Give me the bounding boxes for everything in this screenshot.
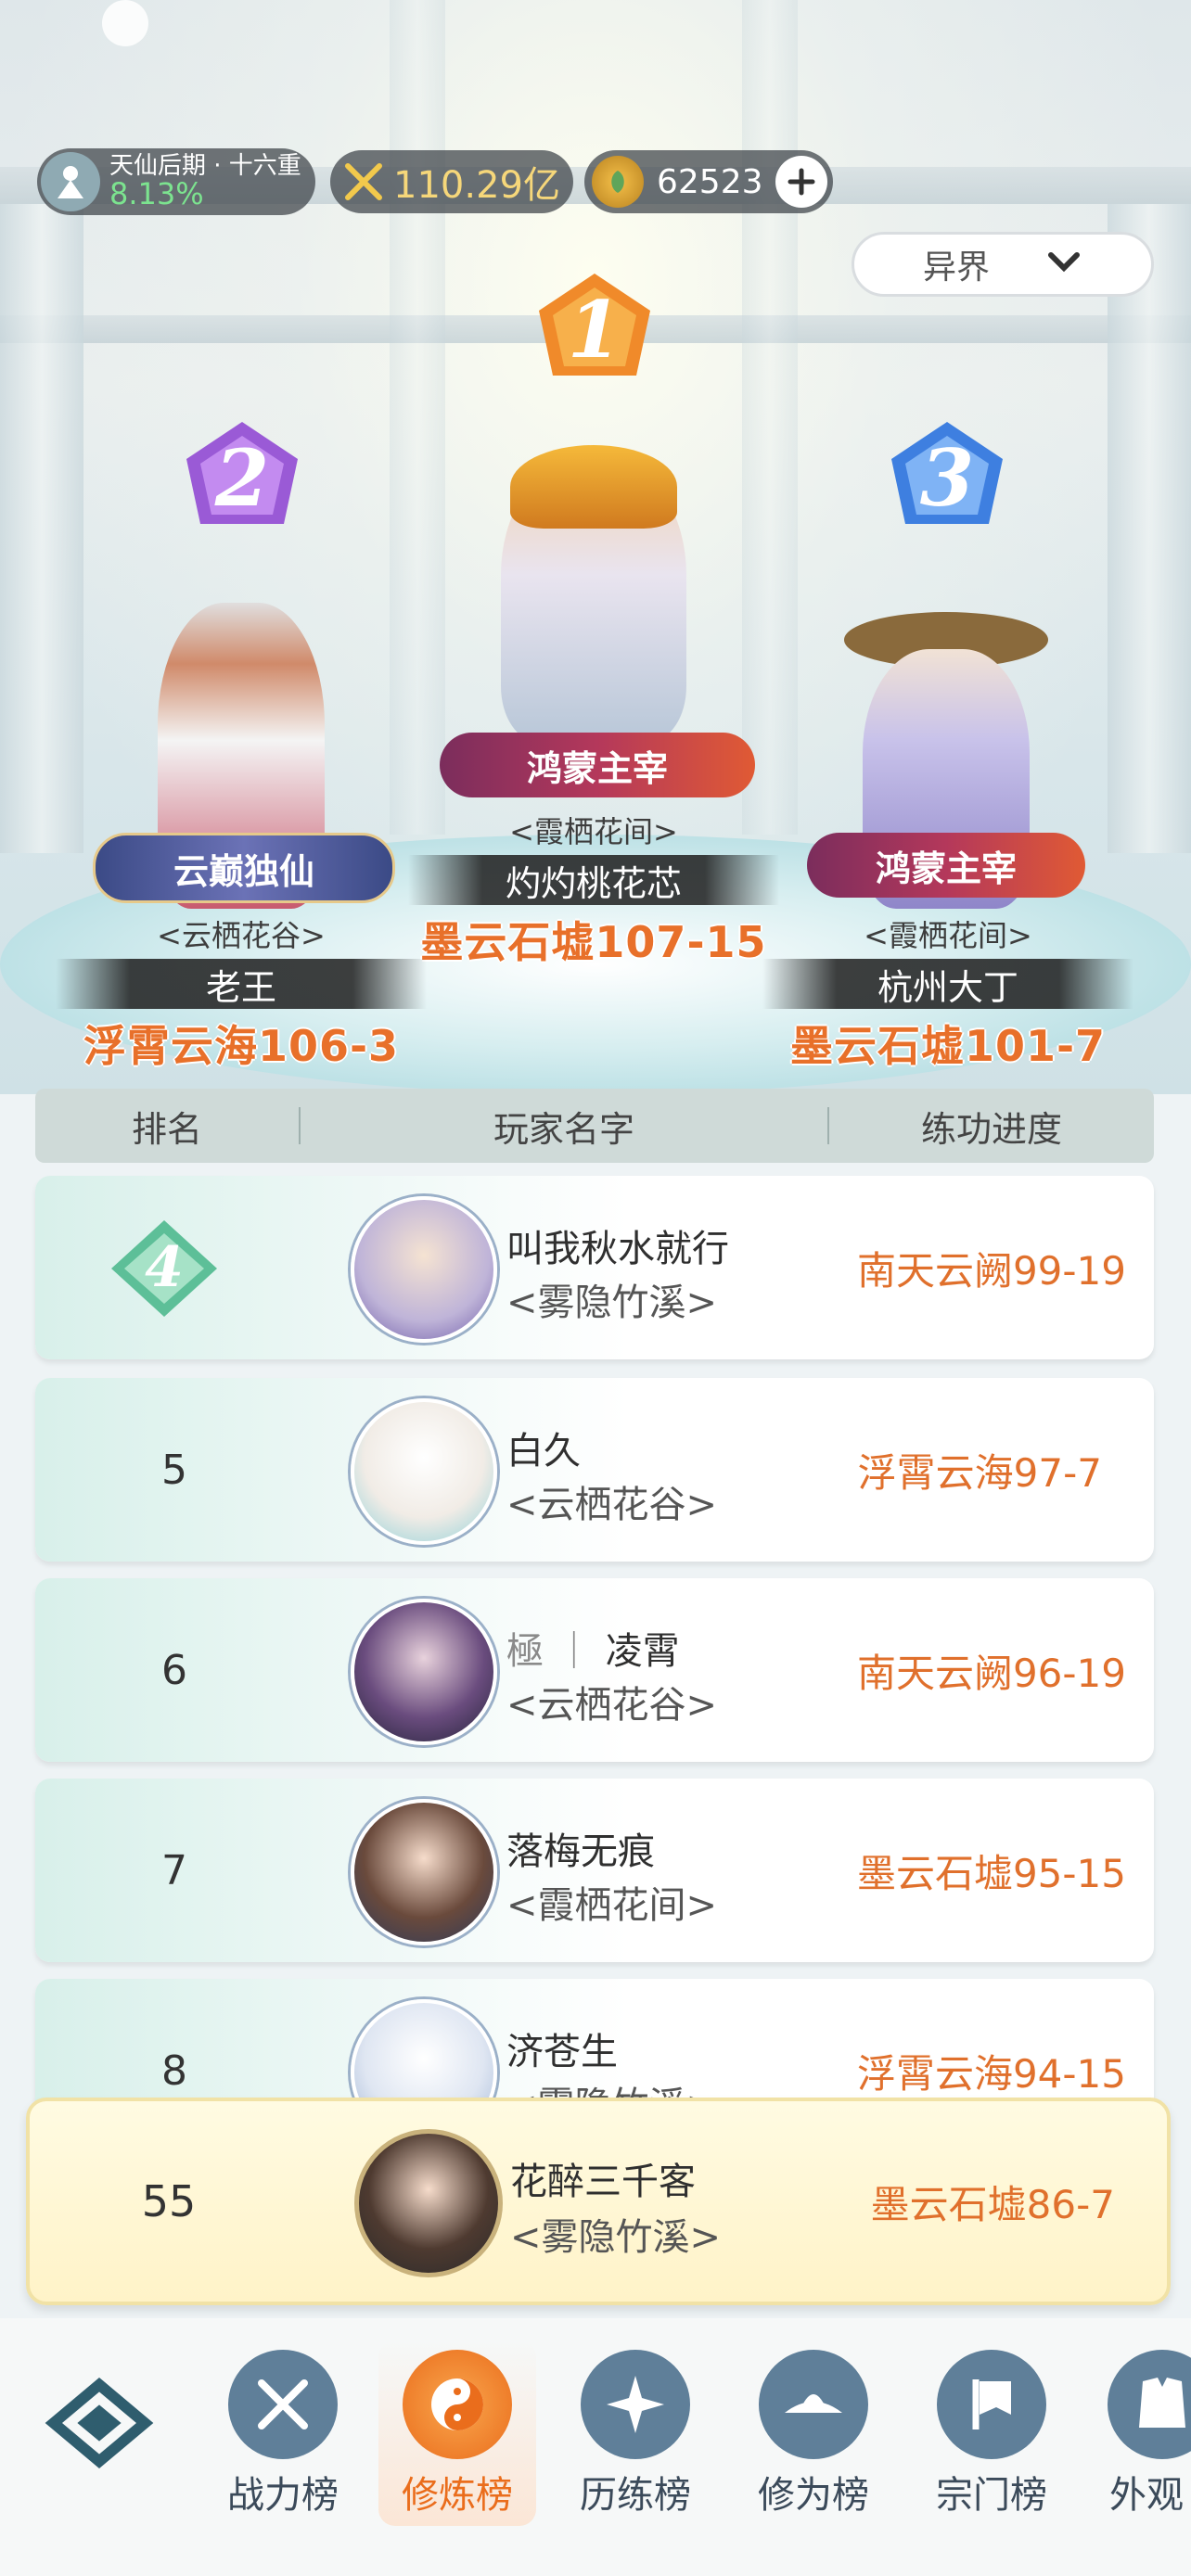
self-progress: 墨云石墟86-7: [870, 2181, 1115, 2227]
player-3-progress: 墨云石墟101-7: [789, 1021, 1107, 1071]
rank-cell: 5: [161, 1446, 187, 1494]
player-guild: <云栖花谷>: [506, 1684, 718, 1727]
realm-label: 天仙后期 · 十六重: [109, 151, 301, 180]
rank-number: 1: [567, 283, 622, 376]
player-guild: <云栖花谷>: [506, 1484, 718, 1526]
rank-number: 4: [145, 1235, 184, 1300]
player-name: 济苍生: [506, 2031, 618, 2073]
player-1-progress: 墨云石墟107-15: [420, 917, 767, 967]
player-2-progress: 浮霄云海106-3: [83, 1021, 400, 1071]
table-row[interactable]: 6 極 ｜ 凌霄 <云栖花谷> 南天云阙96-19: [35, 1578, 1154, 1762]
avatar[interactable]: [351, 1599, 497, 1745]
table-row[interactable]: 7 落梅无痕 <霞栖花间> 墨云石墟95-15: [35, 1779, 1154, 1962]
nav-cultivation-level[interactable]: 修为榜: [735, 2340, 892, 2526]
player-1-name[interactable]: 灼灼桃花芯: [408, 855, 779, 905]
nav-combat-power[interactable]: 战力榜: [204, 2340, 362, 2526]
title-label: 鸿蒙主宰: [526, 747, 668, 789]
nav-label: 宗门榜: [936, 2474, 1047, 2517]
light-orb: [102, 0, 148, 46]
nav-label: 历练榜: [580, 2474, 691, 2517]
rank-1-badge: 1: [525, 269, 664, 389]
rank-cell: 7: [161, 1846, 187, 1894]
nav-label: 战力榜: [227, 2474, 339, 2517]
player-2-name[interactable]: 老王: [56, 959, 427, 1009]
rank-number: 2: [214, 431, 270, 524]
player-3-name[interactable]: 杭州大丁: [762, 959, 1133, 1009]
self-guild: <雾隐竹溪>: [510, 2216, 722, 2259]
player-2-guild: <云栖花谷>: [157, 918, 326, 953]
realm-percent: 8.13%: [109, 175, 204, 211]
pillar: [1108, 204, 1191, 853]
rank-2-badge: 2: [173, 417, 312, 538]
nav-sect[interactable]: 宗门榜: [913, 2340, 1070, 2526]
nav-label: 外观: [1109, 2474, 1184, 2517]
player-progress: 南天云阙99-19: [856, 1247, 1126, 1294]
avatar[interactable]: [351, 1398, 497, 1545]
table-row[interactable]: 5 白久 <云栖花谷> 浮霄云海97-7: [35, 1378, 1154, 1562]
spirit-stone-icon: [592, 156, 644, 208]
table-row[interactable]: 4 叫我秋水就行 <雾隐竹溪> 南天云阙99-19: [35, 1176, 1154, 1359]
cultivator-avatar-icon: [41, 152, 100, 211]
player-2-title: 云巅独仙: [93, 833, 395, 903]
star-compass-icon: [581, 2350, 690, 2459]
avatar[interactable]: [351, 1799, 497, 1945]
player-progress: 墨云石墟95-15: [856, 1850, 1126, 1896]
rank-3-badge: 3: [877, 417, 1017, 538]
header-rank: 排名: [131, 1108, 202, 1150]
player-guild: <雾隐竹溪>: [506, 1282, 718, 1324]
player-name-group: 極 ｜ 凌霄: [506, 1621, 680, 1675]
ranking-table-header: 排名 玩家名字 练功进度: [35, 1089, 1154, 1163]
header-player-name: 玩家名字: [493, 1108, 634, 1150]
player-progress: 浮霄云海97-7: [857, 1449, 1102, 1496]
nav-label: 修为榜: [758, 2474, 869, 2517]
avatar[interactable]: [354, 2129, 503, 2277]
player-guild: <霞栖花间>: [506, 1884, 718, 1927]
sword-icon: [228, 2350, 338, 2459]
nav-cultivation[interactable]: 修炼榜: [378, 2340, 536, 2526]
player-name: 叫我秋水就行: [506, 1228, 729, 1270]
header-progress: 练功进度: [920, 1108, 1062, 1150]
crown-icon: [510, 445, 677, 529]
title-label: 鸿蒙主宰: [875, 848, 1017, 889]
banner-icon: [937, 2350, 1046, 2459]
crossed-swords-icon: [338, 156, 390, 208]
server-dropdown[interactable]: 异界: [852, 232, 1154, 297]
rank-cell: 6: [161, 1646, 187, 1694]
pillar: [0, 204, 83, 853]
power-value: 110.29亿: [393, 164, 560, 207]
server-selected: 异界: [922, 249, 990, 287]
self-ranking-row[interactable]: 55 花醉三千客 <雾隐竹溪> 墨云石墟86-7: [26, 2098, 1171, 2305]
nav-label: 修炼榜: [402, 2474, 513, 2517]
yin-yang-icon: [403, 2350, 512, 2459]
power-display: 110.29亿: [330, 150, 573, 213]
player-progress: 南天云阙96-19: [856, 1650, 1126, 1696]
rank-number: 3: [919, 431, 975, 524]
pillar: [390, 0, 445, 835]
player-3-title: 鸿蒙主宰: [807, 833, 1085, 898]
nav-menu[interactable]: [20, 2340, 178, 2526]
menu-diamond-icon: [45, 2368, 154, 2478]
hat-icon: [759, 2350, 868, 2459]
title-label: 云巅独仙: [173, 850, 314, 892]
currency-display: 62523: [584, 150, 833, 213]
outfit-icon: [1108, 2350, 1191, 2459]
currency-value: 62523: [657, 162, 763, 201]
self-name: 花醉三千客: [510, 2161, 696, 2203]
rank-4-badge: 4: [35, 1176, 314, 1359]
player-name: 白久: [506, 1430, 581, 1473]
chevron-down-icon: [1045, 246, 1082, 284]
self-rank: 55: [141, 2176, 197, 2226]
pillar: [742, 0, 798, 835]
nav-experience[interactable]: 历练榜: [557, 2340, 714, 2526]
player-1-title: 鸿蒙主宰: [440, 733, 755, 797]
player-1-guild: <霞栖花间>: [509, 814, 678, 849]
nav-appearance[interactable]: 外观: [1091, 2340, 1191, 2526]
player-name: 凌霄: [605, 1630, 680, 1673]
realm-status[interactable]: 天仙后期 · 十六重 8.13%: [37, 148, 315, 215]
title-prefix: 極 ｜: [506, 1630, 593, 1673]
avatar[interactable]: [351, 1196, 497, 1343]
player-name: 落梅无痕: [506, 1830, 655, 1873]
plus-icon[interactable]: [775, 156, 827, 208]
player-3-guild: <霞栖花间>: [864, 918, 1032, 953]
